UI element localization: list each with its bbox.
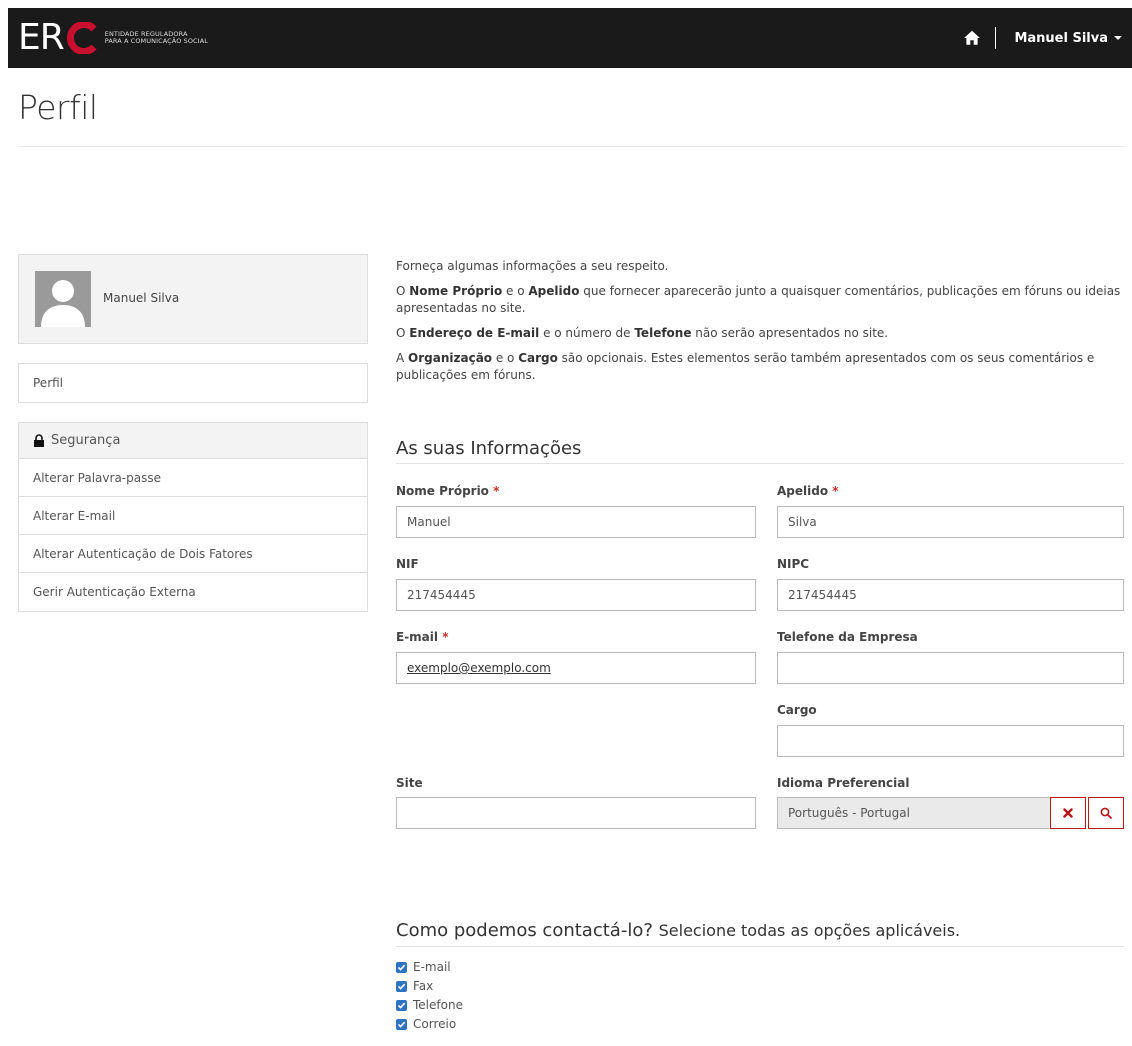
contact-section-divider <box>396 946 1124 947</box>
contact-option-phone[interactable]: Telefone <box>396 996 463 1014</box>
logo-letters: ER <box>18 17 65 58</box>
nif-input[interactable]: 217454445 <box>396 579 756 611</box>
nav-separator <box>995 27 997 49</box>
close-icon <box>1063 808 1073 818</box>
job-title-label: Cargo <box>777 703 817 717</box>
user-silhouette-icon <box>41 280 85 327</box>
intro-p3: O Endereço de E-mail e o número de Telef… <box>396 326 889 340</box>
company-phone-label: Telefone da Empresa <box>777 630 918 644</box>
sidebar-item-change-password[interactable]: Alterar Palavra-passe <box>19 459 367 497</box>
language-label: Idioma Preferencial <box>777 776 910 790</box>
website-input[interactable] <box>396 797 756 829</box>
language-lookup-input[interactable]: Português - Portugal <box>777 797 1051 829</box>
checkbox-checked-icon[interactable] <box>396 1018 407 1030</box>
nipc-input[interactable]: 217454445 <box>777 579 1124 611</box>
intro-p2: O Nome Próprio e o Apelido que fornecer … <box>396 284 1121 315</box>
website-label: Site <box>396 776 423 790</box>
info-section-divider <box>396 463 1124 464</box>
email-label: E-mail * <box>396 630 449 644</box>
contact-option-email[interactable]: E-mail <box>396 958 463 976</box>
security-panel-header: Segurança <box>19 423 367 459</box>
contact-option-fax[interactable]: Fax <box>396 977 463 995</box>
clear-language-button[interactable] <box>1050 797 1086 829</box>
checkbox-checked-icon[interactable] <box>396 999 407 1011</box>
contact-option-mail[interactable]: Correio <box>396 1015 463 1033</box>
lock-icon <box>34 434 44 447</box>
nipc-label: NIPC <box>777 557 810 571</box>
last-name-label: Apelido * <box>777 484 839 498</box>
intro-p4: A Organização e o Cargo são opcionais. E… <box>396 351 1095 382</box>
nif-label: NIF <box>396 557 419 571</box>
security-title: Segurança <box>51 432 121 448</box>
sidebar-profile-list: Perfil <box>18 363 368 403</box>
logo-c-mark <box>66 22 97 54</box>
sidebar-item-two-factor[interactable]: Alterar Autenticação de Dois Fatores <box>19 535 367 573</box>
job-title-input[interactable] <box>777 725 1124 757</box>
sidebar-item-change-email[interactable]: Alterar E-mail <box>19 497 367 535</box>
user-menu-name: Manuel Silva <box>1014 30 1108 46</box>
user-menu[interactable]: Manuel Silva <box>1014 31 1122 46</box>
search-icon <box>1100 807 1112 819</box>
email-field[interactable]: exemplo@exemplo.com <box>396 652 756 684</box>
last-name-input[interactable]: Silva <box>777 506 1124 538</box>
security-panel: Segurança Alterar Palavra-passe Alterar … <box>18 422 368 612</box>
contact-options: E-mail Fax Telefone Correio <box>396 958 463 1034</box>
company-phone-input[interactable] <box>777 652 1124 684</box>
sidebar-item-external-auth[interactable]: Gerir Autenticação Externa <box>19 573 367 611</box>
intro-text: Forneça algumas informações a seu respei… <box>396 258 1124 392</box>
checkbox-checked-icon[interactable] <box>396 961 407 973</box>
home-icon[interactable] <box>963 29 981 47</box>
info-section-title: As suas Informações <box>396 438 582 459</box>
checkbox-checked-icon[interactable] <box>396 980 407 992</box>
profile-card: Manuel Silva <box>18 254 368 344</box>
contact-section-title: Como podemos contactá-lo? Selecione toda… <box>396 920 961 941</box>
profile-name: Manuel Silva <box>103 291 180 305</box>
nav-right: Manuel Silva <box>963 8 1122 68</box>
top-navbar: ER ENTIDADE REGULADORA PARA A COMUNICAÇÃ… <box>8 8 1132 68</box>
logo-subtitle: ENTIDADE REGULADORA PARA A COMUNICAÇÃO S… <box>104 30 208 45</box>
caret-down-icon <box>1114 36 1122 40</box>
sidebar-item-perfil[interactable]: Perfil <box>19 364 367 402</box>
search-language-button[interactable] <box>1088 797 1124 829</box>
intro-p1: Forneça algumas informações a seu respei… <box>396 259 669 273</box>
first-name-input[interactable]: Manuel <box>396 506 756 538</box>
title-divider <box>18 146 1126 147</box>
page-title: Perfil <box>18 88 98 127</box>
first-name-label: Nome Próprio * <box>396 484 500 498</box>
erc-logo[interactable]: ER ENTIDADE REGULADORA PARA A COMUNICAÇÃ… <box>18 17 208 58</box>
avatar <box>35 271 91 327</box>
